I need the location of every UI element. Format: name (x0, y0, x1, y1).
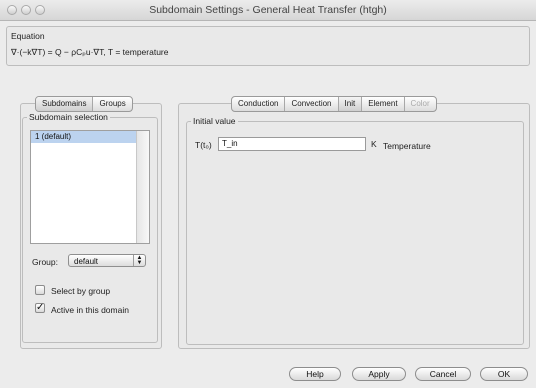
active-in-domain-checkbox[interactable]: ✓ (35, 303, 45, 313)
list-item[interactable]: 1 (default) (31, 131, 136, 143)
left-tab-bar: Subdomains Groups (35, 96, 133, 112)
group-select-value: default (74, 257, 99, 266)
tab-init[interactable]: Init (338, 97, 363, 111)
help-button[interactable]: Help (289, 367, 341, 381)
equation-label: Equation (11, 31, 45, 41)
ok-button[interactable]: OK (480, 367, 528, 381)
group-select[interactable]: default ▲ ▼ (68, 254, 146, 267)
description-label: Temperature (383, 141, 431, 151)
active-in-domain-label: Active in this domain (51, 305, 129, 315)
listbox-scrollbar[interactable] (136, 131, 149, 243)
right-tab-bar: Conduction Convection Init Element Color (231, 96, 437, 112)
initial-temperature-label: T(t₀) (195, 140, 212, 150)
initial-temperature-input[interactable]: T_in (218, 137, 366, 151)
tab-conduction[interactable]: Conduction (232, 97, 286, 111)
group-label: Group: (32, 257, 58, 267)
equation-group: Equation ∇·(−k∇T) = Q − ρCₚu·∇T, T = tem… (6, 26, 530, 66)
initial-value-label: Initial value (191, 116, 238, 126)
tab-convection[interactable]: Convection (285, 97, 339, 111)
subdomain-listbox[interactable]: 1 (default) (30, 130, 150, 244)
initial-value-group: Initial value (186, 116, 524, 345)
equation-text: ∇·(−k∇T) = Q − ρCₚu·∇T, T = temperature (11, 47, 169, 57)
tab-element[interactable]: Element (362, 97, 405, 111)
tab-color: Color (410, 99, 430, 108)
apply-button[interactable]: Apply (352, 367, 406, 381)
window-title: Subdomain Settings - General Heat Transf… (149, 4, 387, 16)
title-bar: Subdomain Settings - General Heat Transf… (0, 0, 536, 21)
select-by-group-label: Select by group (51, 286, 111, 296)
tab-groups[interactable]: Groups (93, 97, 131, 111)
subdomain-selection-label: Subdomain selection (27, 112, 110, 122)
unit-label: K (371, 139, 377, 149)
checkmark-icon: ✓ (36, 302, 45, 313)
cancel-button[interactable]: Cancel (415, 367, 471, 381)
tab-subdomains[interactable]: Subdomains (36, 97, 94, 111)
select-by-group-checkbox[interactable] (35, 285, 45, 295)
updown-arrows-icon: ▲ ▼ (133, 255, 145, 266)
